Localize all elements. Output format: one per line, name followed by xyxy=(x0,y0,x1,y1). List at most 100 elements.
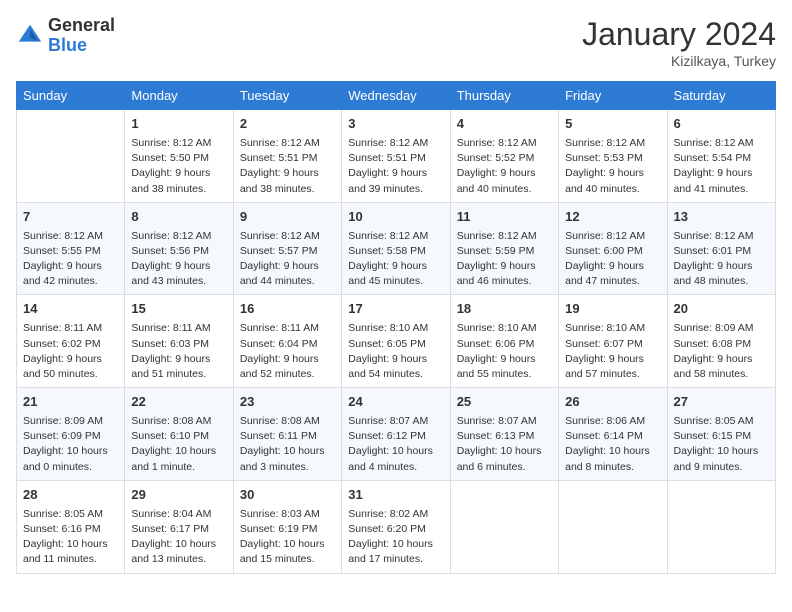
calendar-week-row: 14Sunrise: 8:11 AMSunset: 6:02 PMDayligh… xyxy=(17,295,776,388)
day-number: 28 xyxy=(23,486,118,505)
calendar-day-cell xyxy=(667,480,775,573)
day-info-line: Daylight: 9 hours xyxy=(565,352,660,367)
day-info-line: Daylight: 9 hours xyxy=(565,259,660,274)
day-info-line: and 40 minutes. xyxy=(565,182,660,197)
day-number: 31 xyxy=(348,486,443,505)
logo-icon xyxy=(16,22,44,50)
day-info-line: and 51 minutes. xyxy=(131,367,226,382)
location-subtitle: Kizilkaya, Turkey xyxy=(582,53,776,69)
calendar-day-cell: 20Sunrise: 8:09 AMSunset: 6:08 PMDayligh… xyxy=(667,295,775,388)
day-info-line: and 42 minutes. xyxy=(23,274,118,289)
calendar-day-cell: 22Sunrise: 8:08 AMSunset: 6:10 PMDayligh… xyxy=(125,388,233,481)
logo-general: General xyxy=(48,16,115,36)
day-info-line: Sunrise: 8:05 AM xyxy=(674,414,769,429)
day-info-line: Sunrise: 8:06 AM xyxy=(565,414,660,429)
day-info-line: Sunrise: 8:08 AM xyxy=(131,414,226,429)
day-info-line: Sunset: 5:55 PM xyxy=(23,244,118,259)
calendar-day-cell: 23Sunrise: 8:08 AMSunset: 6:11 PMDayligh… xyxy=(233,388,341,481)
day-info-line: Daylight: 10 hours xyxy=(131,537,226,552)
day-info-line: Daylight: 9 hours xyxy=(240,352,335,367)
day-info-line: Daylight: 10 hours xyxy=(348,537,443,552)
calendar-day-cell: 12 Sunrise: 8:12 AMSunset: 6:00 PMDayligh… xyxy=(559,202,667,295)
logo: General Blue xyxy=(16,16,115,56)
day-info-line: and 4 minutes. xyxy=(348,460,443,475)
calendar-day-cell: 8Sunrise: 8:12 AMSunset: 5:56 PMDaylight… xyxy=(125,202,233,295)
day-info-line: Daylight: 9 hours xyxy=(240,259,335,274)
calendar-day-cell: 5Sunrise: 8:12 AMSunset: 5:53 PMDaylight… xyxy=(559,110,667,203)
calendar-day-cell: 24Sunrise: 8:07 AMSunset: 6:12 PMDayligh… xyxy=(342,388,450,481)
logo-blue: Blue xyxy=(48,36,115,56)
day-info-line: and 1 minute. xyxy=(131,460,226,475)
day-info-line: Daylight: 9 hours xyxy=(674,259,769,274)
day-info-line: Sunrise: 8:12 AM xyxy=(674,136,769,151)
day-info-line: Sunset: 5:50 PM xyxy=(131,151,226,166)
day-info-line: Sunrise: 8:12 AM xyxy=(565,136,660,151)
day-info-line: Daylight: 10 hours xyxy=(240,444,335,459)
day-number: 29 xyxy=(131,486,226,505)
day-info-line: Daylight: 9 hours xyxy=(348,166,443,181)
day-info-line: Sunrise: 8:11 AM xyxy=(131,321,226,336)
calendar-day-cell: 11Sunrise: 8:12 AMSunset: 5:59 PMDayligh… xyxy=(450,202,558,295)
day-number: 13 xyxy=(674,208,769,227)
day-info-line: Daylight: 10 hours xyxy=(457,444,552,459)
day-info-line: Daylight: 9 hours xyxy=(240,166,335,181)
day-info-line: Sunrise: 8:04 AM xyxy=(131,507,226,522)
day-info-line: Sunset: 5:53 PM xyxy=(565,151,660,166)
day-number: 10 xyxy=(348,208,443,227)
day-info-line: Daylight: 9 hours xyxy=(23,352,118,367)
day-info-line: Daylight: 9 hours xyxy=(131,352,226,367)
day-info-line: Sunrise: 8:12 AM xyxy=(565,229,660,244)
day-info-line: Sunset: 6:15 PM xyxy=(674,429,769,444)
day-info-line: Daylight: 9 hours xyxy=(457,259,552,274)
day-info-line: Sunrise: 8:03 AM xyxy=(240,507,335,522)
day-of-week-header: Monday xyxy=(125,82,233,110)
day-info-line: Sunset: 6:06 PM xyxy=(457,337,552,352)
calendar-day-cell: 26Sunrise: 8:06 AMSunset: 6:14 PMDayligh… xyxy=(559,388,667,481)
day-info-line: Sunrise: 8:09 AM xyxy=(674,321,769,336)
calendar-day-cell: 9Sunrise: 8:12 AMSunset: 5:57 PMDaylight… xyxy=(233,202,341,295)
day-info-line: Daylight: 10 hours xyxy=(240,537,335,552)
day-number: 6 xyxy=(674,115,769,134)
day-info-line: Sunset: 6:02 PM xyxy=(23,337,118,352)
day-info-line: Sunset: 6:14 PM xyxy=(565,429,660,444)
day-info-line: Sunrise: 8:02 AM xyxy=(348,507,443,522)
day-info-line: and 40 minutes. xyxy=(457,182,552,197)
day-info-line: and 38 minutes. xyxy=(240,182,335,197)
calendar-week-row: 21Sunrise: 8:09 AMSunset: 6:09 PMDayligh… xyxy=(17,388,776,481)
day-info-line: Sunrise: 8:10 AM xyxy=(565,321,660,336)
day-info-line: Sunrise: 8:12 AM xyxy=(23,229,118,244)
day-info-line: Sunset: 6:09 PM xyxy=(23,429,118,444)
day-info-line: Sunset: 6:04 PM xyxy=(240,337,335,352)
day-info-line: and 39 minutes. xyxy=(348,182,443,197)
day-info-line: and 17 minutes. xyxy=(348,552,443,567)
day-info-line: Sunset: 6:03 PM xyxy=(131,337,226,352)
calendar-day-cell: 10Sunrise: 8:12 AMSunset: 5:58 PMDayligh… xyxy=(342,202,450,295)
page-header: General Blue January 2024 Kizilkaya, Tur… xyxy=(16,16,776,69)
day-info-line: and 43 minutes. xyxy=(131,274,226,289)
day-info-line: and 45 minutes. xyxy=(348,274,443,289)
day-info-line: Daylight: 9 hours xyxy=(131,166,226,181)
day-of-week-header: Wednesday xyxy=(342,82,450,110)
calendar-day-cell: 16Sunrise: 8:11 AMSunset: 6:04 PMDayligh… xyxy=(233,295,341,388)
calendar-header-row: SundayMondayTuesdayWednesdayThursdayFrid… xyxy=(17,82,776,110)
day-info-line: Sunrise: 8:10 AM xyxy=(348,321,443,336)
day-info-line: Sunset: 5:51 PM xyxy=(240,151,335,166)
day-number: 2 xyxy=(240,115,335,134)
calendar-day-cell: 4Sunrise: 8:12 AMSunset: 5:52 PMDaylight… xyxy=(450,110,558,203)
day-number: 3 xyxy=(348,115,443,134)
day-info-line: Sunset: 5:52 PM xyxy=(457,151,552,166)
calendar-day-cell: 14Sunrise: 8:11 AMSunset: 6:02 PMDayligh… xyxy=(17,295,125,388)
day-info-line: Sunrise: 8:12 AM xyxy=(240,229,335,244)
day-info-line: Sunset: 6:17 PM xyxy=(131,522,226,537)
day-number: 19 xyxy=(565,300,660,319)
day-number: 21 xyxy=(23,393,118,412)
day-info-line: and 46 minutes. xyxy=(457,274,552,289)
day-info-line: Sunset: 6:00 PM xyxy=(565,244,660,259)
day-of-week-header: Tuesday xyxy=(233,82,341,110)
calendar-day-cell: 15Sunrise: 8:11 AMSunset: 6:03 PMDayligh… xyxy=(125,295,233,388)
day-of-week-header: Thursday xyxy=(450,82,558,110)
day-number: 12 xyxy=(565,208,660,227)
calendar-day-cell: 17Sunrise: 8:10 AMSunset: 6:05 PMDayligh… xyxy=(342,295,450,388)
calendar-day-cell xyxy=(17,110,125,203)
day-info-line: and 44 minutes. xyxy=(240,274,335,289)
